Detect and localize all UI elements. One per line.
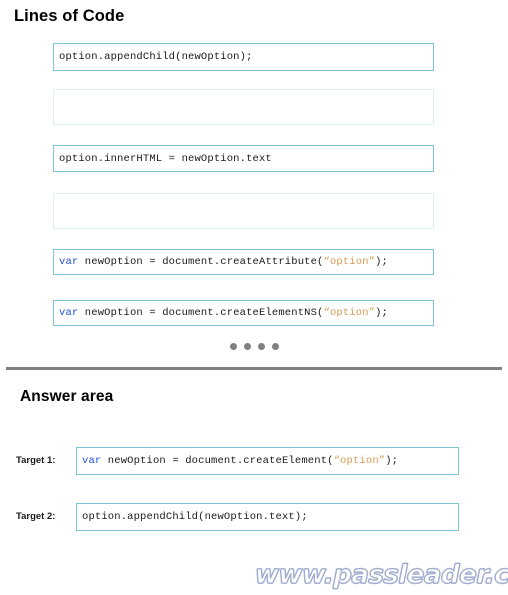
answer-drop-target-target-2[interactable]: option.appendChild(newOption.text); bbox=[76, 503, 459, 531]
answer-target-text: option.appendChild(newOption.text); bbox=[82, 511, 308, 523]
code-token-plain: option.innerHTML = newOption.text bbox=[59, 152, 272, 165]
code-token-string: “option” bbox=[333, 455, 386, 467]
answer-target-row: Target 1: var newOption = document.creat… bbox=[0, 447, 508, 477]
code-option-text: option.innerHTML = newOption.text bbox=[59, 153, 272, 165]
code-token-plain: newOption = document.createElementNS( bbox=[78, 307, 324, 319]
code-token-plain: option.appendChild(newOption); bbox=[59, 51, 253, 63]
code-token-plain: ); bbox=[385, 455, 399, 467]
code-option-box-opt-append-child[interactable]: option.appendChild(newOption); bbox=[53, 43, 434, 71]
code-token-plain: ); bbox=[375, 307, 389, 319]
target-label: Target 1: bbox=[16, 455, 56, 466]
code-option-box-opt-blank-1[interactable] bbox=[53, 89, 434, 125]
code-option-text: var newOption = document.createAttribute… bbox=[59, 256, 388, 268]
section-divider bbox=[6, 367, 502, 370]
pagination-dot[interactable] bbox=[271, 343, 279, 350]
code-token-keyword: var bbox=[82, 455, 102, 467]
code-option-box-opt-create-element-ns[interactable]: var newOption = document.createElementNS… bbox=[53, 300, 434, 326]
pagination-dots[interactable] bbox=[0, 343, 508, 350]
pagination-dot[interactable] bbox=[243, 343, 251, 350]
code-token-plain: ); bbox=[375, 256, 389, 268]
answer-target-row: Target 2: option.appendChild(newOption.t… bbox=[0, 503, 508, 533]
page-title-lines-of-code: Lines of Code bbox=[14, 7, 125, 25]
code-token-plain: newOption = document.createAttribute( bbox=[78, 256, 324, 268]
page-title-answer-area: Answer area bbox=[20, 388, 114, 405]
pagination-dot[interactable] bbox=[257, 343, 265, 350]
code-token-string: “option” bbox=[323, 256, 376, 268]
code-token-string: “option” bbox=[323, 307, 376, 319]
code-token-plain: option.appendChild(newOption.text); bbox=[82, 511, 308, 523]
code-token-keyword: var bbox=[59, 256, 79, 268]
code-option-box-opt-blank-2[interactable] bbox=[53, 193, 434, 229]
code-option-text: option.appendChild(newOption); bbox=[59, 51, 253, 63]
code-option-text: var newOption = document.createElementNS… bbox=[59, 307, 388, 319]
code-option-box-opt-create-attribute[interactable]: var newOption = document.createAttribute… bbox=[53, 249, 434, 275]
answer-drop-target-target-1[interactable]: var newOption = document.createElement(“… bbox=[76, 447, 459, 475]
target-label: Target 2: bbox=[16, 511, 56, 522]
code-token-keyword: var bbox=[59, 307, 79, 319]
watermark: www.passleader.com bbox=[254, 560, 508, 591]
code-token-plain: newOption = document.createElement( bbox=[101, 455, 334, 467]
pagination-dot[interactable] bbox=[229, 343, 237, 350]
code-option-box-opt-inner-html[interactable]: option.innerHTML = newOption.text bbox=[53, 145, 434, 172]
answer-target-text: var newOption = document.createElement(“… bbox=[82, 455, 398, 467]
